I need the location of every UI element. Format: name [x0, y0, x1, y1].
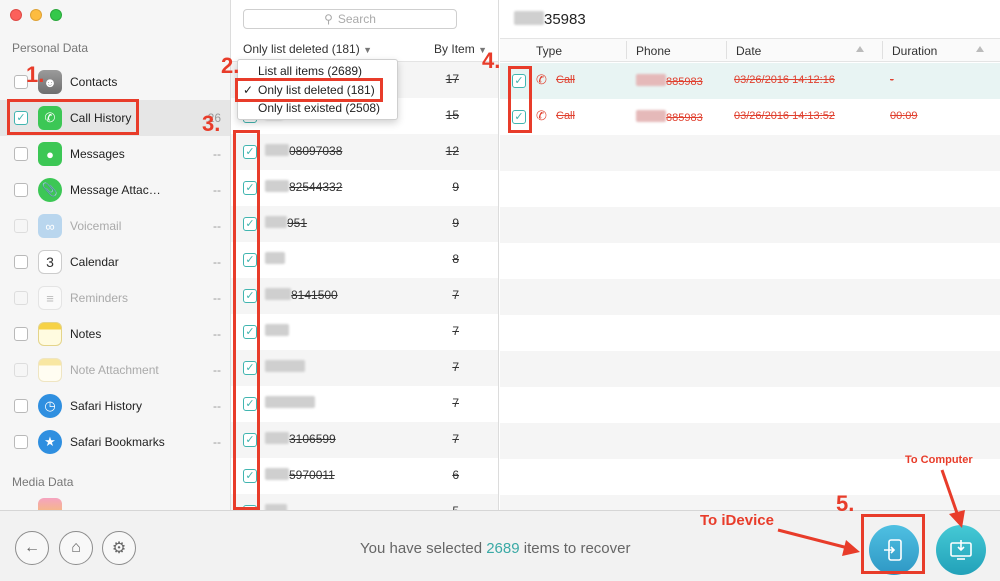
- annotation-step-1: 1.: [26, 62, 45, 87]
- arrow-to-idevice: [777, 528, 860, 556]
- annotation-step-2: 2.: [221, 53, 240, 78]
- arrow-to-computer: [940, 469, 965, 528]
- annotation-to-idevice: To iDevice: [700, 512, 774, 529]
- annotation-step-3: 3.: [202, 111, 221, 136]
- annotation-step-4: 4.: [482, 48, 501, 73]
- annotation-step-5: 5.: [836, 491, 855, 516]
- annotation-to-computer: To Computer: [905, 454, 973, 466]
